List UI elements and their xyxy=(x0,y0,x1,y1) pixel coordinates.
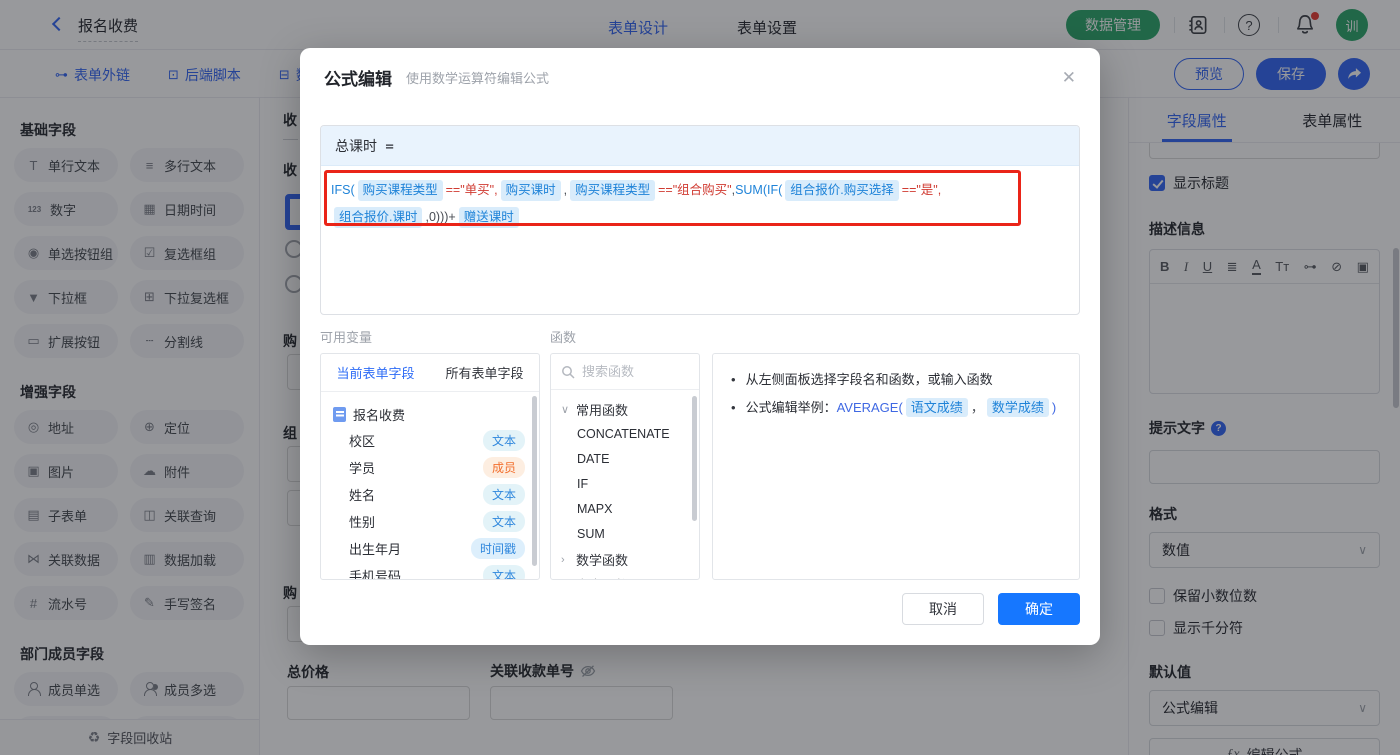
function-group[interactable]: ∨ 常用函数 xyxy=(551,397,699,422)
form-doc-icon xyxy=(333,406,346,422)
variable-type-badge: 文本 xyxy=(482,511,525,532)
formula-field-chip[interactable]: 购买课程类型 xyxy=(357,180,443,201)
formula-line: 组合报价.课时 ,0)))+ 赠送课时 xyxy=(331,204,1069,231)
chevron-down-icon: ∨ xyxy=(561,404,570,416)
formula-lines-container: IFS(购买课程类型 =="单买", 购买课时, 购买课程类型 =="组合购买",SUM… xyxy=(331,177,1069,231)
function-item[interactable]: MAPX xyxy=(551,497,699,522)
hint-example-field-chip: 语文成绩 xyxy=(905,398,968,417)
variable-form-name: 报名收费 xyxy=(353,407,406,423)
variable-type-badge: 文本 xyxy=(482,484,525,505)
variable-row[interactable]: 性别 文本 xyxy=(321,508,539,535)
variables-scrollbar[interactable] xyxy=(532,396,537,566)
variable-row[interactable]: 姓名 文本 xyxy=(321,481,539,508)
hint-example-prefix: 公式编辑举例： xyxy=(745,400,837,415)
formula-field-chip[interactable]: 组合报价.购买选择 xyxy=(785,180,899,201)
formula-field-chip[interactable]: 购买课程类型 xyxy=(570,180,656,201)
hint-example-function: AVERAGE( xyxy=(836,400,903,415)
hint-text-1: 从左侧面板选择字段名和函数，或输入函数 xyxy=(745,372,993,387)
variable-name: 姓名 xyxy=(349,488,376,503)
variable-type-badge: 成员 xyxy=(482,457,525,478)
modal-title: 公式编辑 xyxy=(324,69,392,89)
formula-field-chip[interactable]: 赠送课时 xyxy=(458,207,519,228)
cancel-button[interactable]: 取消 xyxy=(902,593,984,625)
modal-header: 公式编辑 使用数学运算符编辑公式 xyxy=(300,48,1100,106)
function-item[interactable]: CONCATENATE xyxy=(551,422,699,447)
function-group[interactable]: › 数学函数 xyxy=(551,547,699,572)
close-icon[interactable] xyxy=(1062,68,1076,88)
variable-name: 性别 xyxy=(349,515,376,530)
function-group-label: 常用函数 xyxy=(576,403,629,418)
function-item[interactable]: DATE xyxy=(551,447,699,472)
function-tree: ∨ 常用函数 CONCATENATEDATEIFMAPXSUM › 数学函数 › 文本函数 xyxy=(551,390,699,580)
tab-all-form-fields[interactable]: 所有表单字段 xyxy=(430,354,539,391)
variables-column: 可用变量 当前表单字段 所有表单字段 报名收费 校区 文本 学员 成员 姓名 文本 性别 文本出… xyxy=(320,327,540,580)
hint-example-close: ) xyxy=(1051,400,1057,415)
functions-column: 函数 ∨ 常用函数 CONCATENATEDATEIFMAPXSUM › 数学函数 › 文本… xyxy=(550,327,700,580)
search-icon xyxy=(562,365,575,379)
bullet: • xyxy=(731,400,736,415)
functions-label: 函数 xyxy=(550,330,577,345)
app-window: 报名收费 表单设计 表单设置 数据管理 训 ⊶表单外链⊡后端脚本⊟数据权 预览 … xyxy=(0,0,1400,755)
variables-panel: 当前表单字段 所有表单字段 报名收费 校区 文本 学员 成员 姓名 文本 性别 文本 出生年月 时间… xyxy=(320,353,540,580)
formula-editor[interactable]: IFS(购买课程类型 =="单买", 购买课时, 购买课程类型 =="组合购买",SUM… xyxy=(321,166,1079,314)
formula-token: =="组合购买" xyxy=(658,183,732,197)
hint-example-content: 公式编辑举例：AVERAGE(语文成绩，数学成绩) xyxy=(745,398,1057,417)
hint-example-field-chip: 数学成绩 xyxy=(986,398,1049,417)
formula-result-label: 总课时 = xyxy=(321,126,1079,166)
functions-scrollbar[interactable] xyxy=(692,396,697,521)
variables-tabs: 当前表单字段 所有表单字段 xyxy=(321,354,539,392)
variables-label: 可用变量 xyxy=(320,330,373,345)
modal-columns: 可用变量 当前表单字段 所有表单字段 报名收费 校区 文本 学员 成员 姓名 文本 性别 文本出… xyxy=(320,327,1080,580)
formula-token: =="是", xyxy=(901,183,942,197)
modal-footer: 取消 确定 xyxy=(902,593,1080,625)
confirm-button[interactable]: 确定 xyxy=(998,593,1080,625)
variable-name: 学员 xyxy=(349,461,376,476)
formula-token: SUM(IF( xyxy=(735,183,783,197)
hints-column: • 从左侧面板选择字段名和函数，或输入函数 • 公式编辑举例：AVERAGE(语文成… xyxy=(712,327,1080,580)
variable-row[interactable]: 学员 成员 xyxy=(321,454,539,481)
variable-form-row[interactable]: 报名收费 xyxy=(321,401,539,427)
formula-editor-modal: 公式编辑 使用数学运算符编辑公式 总课时 = IFS(购买课程类型=="单买",… xyxy=(300,48,1100,645)
function-search xyxy=(551,354,699,390)
formula-token: , xyxy=(563,183,568,197)
modal-subtitle: 使用数学运算符编辑公式 xyxy=(406,70,550,86)
function-search-input[interactable] xyxy=(582,364,682,379)
variable-row[interactable]: 校区 文本 xyxy=(321,427,539,454)
hint-line-1: • 从左侧面板选择字段名和函数，或输入函数 xyxy=(731,367,1061,393)
variable-row[interactable]: 出生年月 时间戳 xyxy=(321,535,539,562)
function-group-label: 数学函数 xyxy=(576,553,629,568)
hints-panel: • 从左侧面板选择字段名和函数，或输入函数 • 公式编辑举例：AVERAGE(语文成… xyxy=(712,353,1080,580)
variable-row[interactable]: 手机号码 文本 xyxy=(321,562,539,580)
variable-name: 手机号码 xyxy=(349,569,402,580)
formula-token: IFS( xyxy=(331,183,355,197)
hint-example-separator: ， xyxy=(970,400,984,415)
variable-type-badge: 时间戳 xyxy=(470,538,525,559)
formula-line: IFS(购买课程类型 =="单买", 购买课时, 购买课程类型 =="组合购买",SUM… xyxy=(331,177,1069,204)
formula-token: =="单买", xyxy=(445,183,498,197)
tab-current-form-fields[interactable]: 当前表单字段 xyxy=(321,354,430,391)
bullet: • xyxy=(731,372,736,387)
chevron-right-icon: › xyxy=(561,553,565,566)
variable-list: 报名收费 校区 文本 学员 成员 姓名 文本 性别 文本 出生年月 时间戳 手机号码 文本 xyxy=(321,392,539,580)
function-item[interactable]: SUM xyxy=(551,522,699,547)
formula-field-chip[interactable]: 购买课时 xyxy=(500,180,561,201)
variable-type-badge: 文本 xyxy=(482,430,525,451)
functions-panel: ∨ 常用函数 CONCATENATEDATEIFMAPXSUM › 数学函数 › 文本函数 xyxy=(550,353,700,580)
formula-token: ,0)))+ xyxy=(425,210,456,224)
hint-line-2: • 公式编辑举例：AVERAGE(语文成绩，数学成绩) xyxy=(731,395,1061,421)
chevron-right-icon: › xyxy=(561,579,570,580)
formula-box: 总课时 = IFS(购买课程类型 =="单买", 购买课时, 购买课程类型 =="组合购… xyxy=(320,125,1080,315)
variable-type-badge: 文本 xyxy=(482,565,525,579)
function-group[interactable]: › 文本函数 xyxy=(551,572,699,580)
formula-field-chip[interactable]: 组合报价.课时 xyxy=(334,207,423,228)
function-item[interactable]: IF xyxy=(551,472,699,497)
variable-name: 出生年月 xyxy=(349,542,402,557)
function-group-label: 文本函数 xyxy=(576,575,628,579)
variable-name: 校区 xyxy=(349,434,376,449)
